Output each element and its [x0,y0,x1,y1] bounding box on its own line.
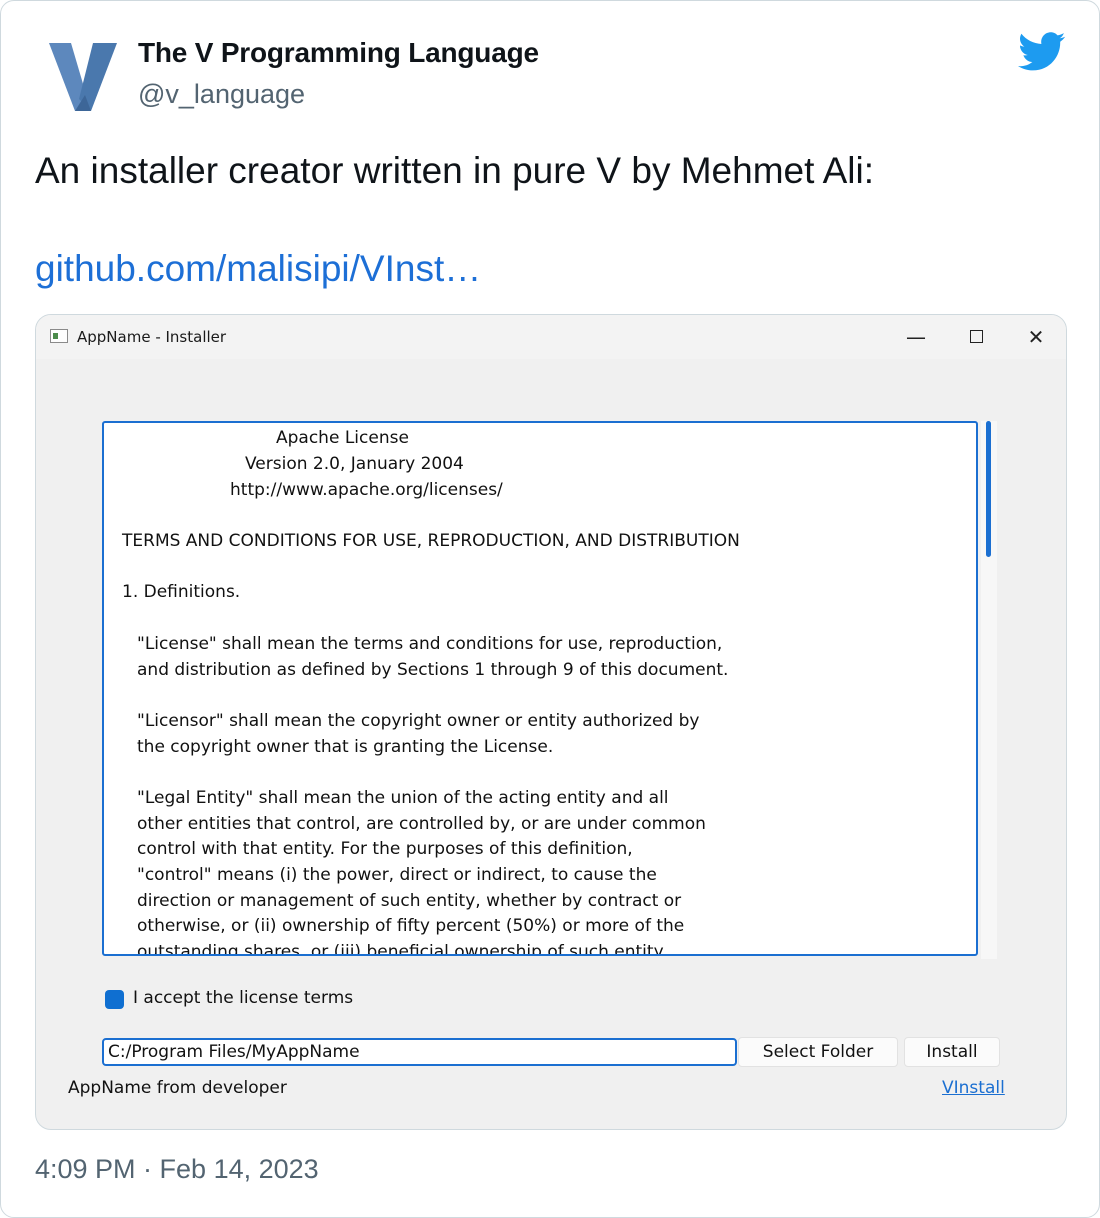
license-line: "Legal Entity" shall mean the union of t… [137,788,669,808]
v-logo-icon[interactable] [45,39,121,115]
installer-screenshot[interactable]: AppName - Installer — ✕ Apache License V… [35,314,1067,1130]
license-line: "Licensor" shall mean the copyright owne… [137,711,700,731]
license-line: Apache License [276,428,409,448]
twitter-bird-icon[interactable] [1018,32,1066,72]
tweet-card: The V Programming Language @v_language A… [0,0,1100,1218]
license-line: http://www.apache.org/licenses/ [230,480,503,500]
license-line: TERMS AND CONDITIONS FOR USE, REPRODUCTI… [122,531,740,551]
license-line: direction or management of such entity, … [137,891,682,911]
license-scrollbar[interactable] [981,421,997,959]
accept-label[interactable]: I accept the license terms [133,988,353,1008]
select-folder-button[interactable]: Select Folder [738,1037,898,1067]
scrollbar-thumb[interactable] [986,421,991,557]
license-line: "License" shall mean the terms and condi… [137,634,723,654]
close-button[interactable]: ✕ [1021,323,1051,351]
tweet-timestamp[interactable]: 4:09 PM · Feb 14, 2023 [35,1154,319,1185]
accept-checkbox[interactable] [105,990,124,1009]
tweet-text: An installer creator written in pure V b… [35,150,875,191]
tweet-link[interactable]: github.com/malisipi/VInst… [35,245,481,293]
license-line: and distribution as defined by Sections … [137,660,729,680]
app-publisher-label: AppName from developer [68,1078,287,1098]
license-line: outstanding shares, or (iii) beneficial … [137,942,667,956]
license-line: otherwise, or (ii) ownership of fifty pe… [137,916,685,936]
license-line: Version 2.0, January 2004 [245,454,464,474]
license-line: other entities that control, are control… [137,814,706,834]
maximize-button[interactable] [961,323,991,351]
license-line: control with that entity. For the purpos… [137,839,633,859]
license-line: the copyright owner that is granting the… [137,737,554,757]
window-titlebar[interactable]: AppName - Installer — ✕ [36,315,1066,359]
maximize-icon [969,330,983,343]
display-name[interactable]: The V Programming Language [138,37,539,69]
license-textarea[interactable]: Apache License Version 2.0, January 2004… [102,421,978,956]
window-title: AppName - Installer [77,328,227,346]
license-line: 1. Definitions. [122,582,241,602]
minimize-button[interactable]: — [901,323,931,351]
install-path-input[interactable]: C:/Program Files/MyAppName [102,1038,737,1066]
install-button[interactable]: Install [904,1037,1000,1067]
vinstall-link[interactable]: VInstall [942,1078,1005,1098]
app-window-icon [50,329,68,343]
user-handle[interactable]: @v_language [138,79,305,110]
license-line: "control" means (i) the power, direct or… [137,865,657,885]
